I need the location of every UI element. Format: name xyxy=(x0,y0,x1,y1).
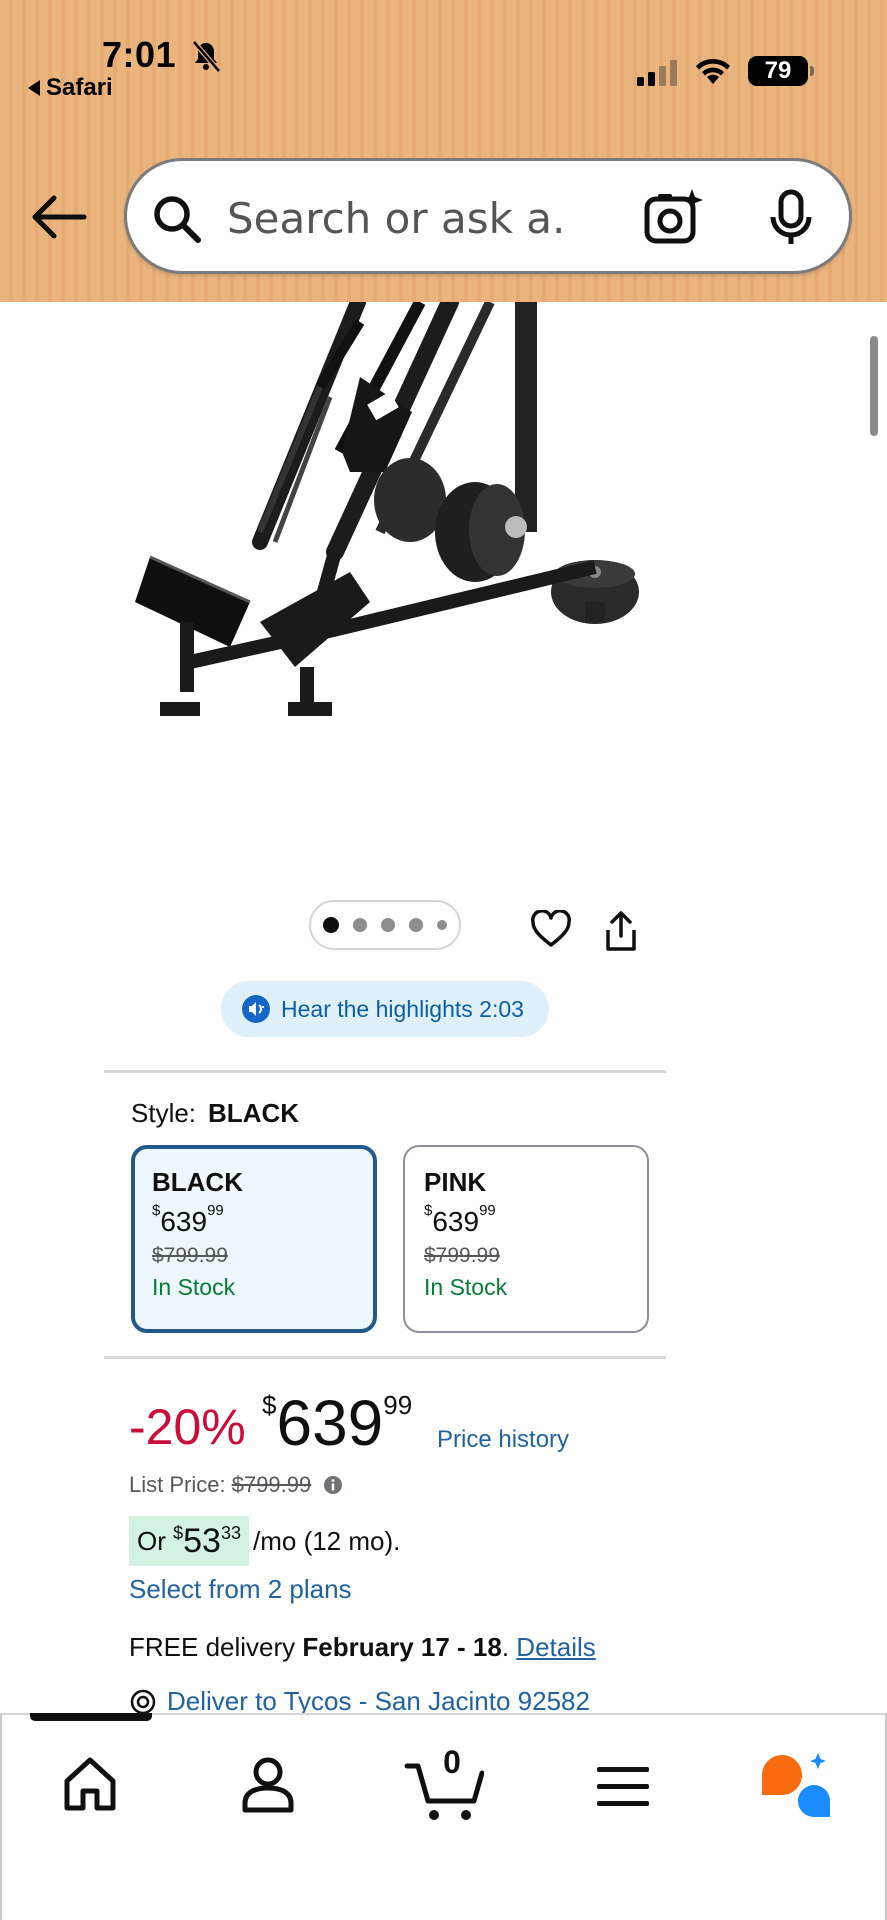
product-image[interactable] xyxy=(120,302,660,762)
hear-highlights-button[interactable]: Hear the highlights 2:03 xyxy=(221,981,549,1037)
style-option-list-price: $799.99 xyxy=(424,1244,500,1267)
monthly-suffix: /mo (12 mo). xyxy=(253,1525,401,1556)
page-dot-3[interactable] xyxy=(381,918,395,932)
delivery-dates: February 17 - 18 xyxy=(302,1632,502,1662)
back-triangle-icon xyxy=(28,80,40,96)
camera-lens-icon[interactable] xyxy=(642,187,704,247)
heart-icon[interactable] xyxy=(530,910,572,948)
bottom-navigation: 0 xyxy=(0,1713,887,1920)
search-bar[interactable] xyxy=(124,158,852,274)
style-option-stock: In Stock xyxy=(152,1274,236,1300)
section-divider xyxy=(104,1356,666,1359)
style-selection-label: Style: BLACK xyxy=(131,1098,299,1129)
monthly-highlight: Or $53 33 xyxy=(129,1516,249,1566)
monthly-payment: Or $53 33 /mo (12 mo). xyxy=(129,1516,400,1566)
back-app-label: Safari xyxy=(46,74,113,101)
page-dot-2[interactable] xyxy=(353,918,367,932)
search-icon xyxy=(154,196,201,243)
bell-muted-icon xyxy=(192,40,221,73)
account-icon[interactable] xyxy=(240,1755,296,1813)
style-label: Style: xyxy=(131,1098,197,1128)
delivery-info: FREE delivery February 17 - 18. Details xyxy=(129,1632,596,1662)
share-icon[interactable] xyxy=(604,910,638,952)
cart-count: 0 xyxy=(443,1744,461,1780)
active-tab-indicator xyxy=(30,1713,152,1721)
search-input[interactable] xyxy=(227,189,567,247)
style-option-name: BLACK xyxy=(152,1167,243,1197)
back-arrow-icon[interactable] xyxy=(30,194,88,240)
battery-indicator: 79 xyxy=(748,56,814,86)
top-header: 7:01 Safari 79 xyxy=(0,0,887,302)
list-price-row: List Price: $799.99 xyxy=(129,1472,343,1498)
page-dot-4[interactable] xyxy=(409,918,423,932)
price-history-link[interactable]: Price history xyxy=(437,1426,569,1454)
menu-icon[interactable] xyxy=(596,1765,650,1809)
current-price: $63999 xyxy=(262,1387,413,1459)
image-pagination[interactable] xyxy=(309,900,461,950)
cellular-signal-icon xyxy=(637,60,677,86)
style-option-list-price: $799.99 xyxy=(152,1244,228,1267)
list-price-label: List Price: xyxy=(129,1472,226,1497)
style-option-name: PINK xyxy=(424,1167,487,1197)
style-option-black[interactable]: BLACK $63999 $799.99 In Stock xyxy=(131,1145,377,1333)
page-dot-1[interactable] xyxy=(323,917,339,933)
style-selected-value: BLACK xyxy=(208,1098,300,1128)
section-divider xyxy=(104,1070,666,1073)
status-time: 7:01 xyxy=(102,34,177,75)
list-price-value: $799.99 xyxy=(231,1472,312,1497)
delivery-details-link[interactable]: Details xyxy=(516,1632,595,1662)
page-dot-5[interactable] xyxy=(437,920,447,930)
back-to-safari[interactable]: Safari xyxy=(28,74,113,102)
scroll-indicator[interactable] xyxy=(870,336,878,436)
wifi-icon xyxy=(696,58,730,84)
speaker-icon xyxy=(242,995,270,1023)
rufus-ai-icon[interactable] xyxy=(758,1751,834,1819)
hear-highlights-label: Hear the highlights 2:03 xyxy=(281,995,524,1022)
style-option-price: $63999 xyxy=(424,1202,496,1237)
style-option-pink[interactable]: PINK $63999 $799.99 In Stock xyxy=(403,1145,649,1333)
style-option-stock: In Stock xyxy=(424,1274,508,1300)
info-icon[interactable] xyxy=(323,1475,343,1495)
location-pin-icon xyxy=(130,1689,156,1714)
discount-percentage: -20% xyxy=(129,1399,246,1455)
style-option-price: $63999 xyxy=(152,1202,224,1237)
home-icon[interactable] xyxy=(62,1755,118,1813)
select-plans-link[interactable]: Select from 2 plans xyxy=(129,1574,352,1605)
microphone-icon[interactable] xyxy=(767,189,815,247)
